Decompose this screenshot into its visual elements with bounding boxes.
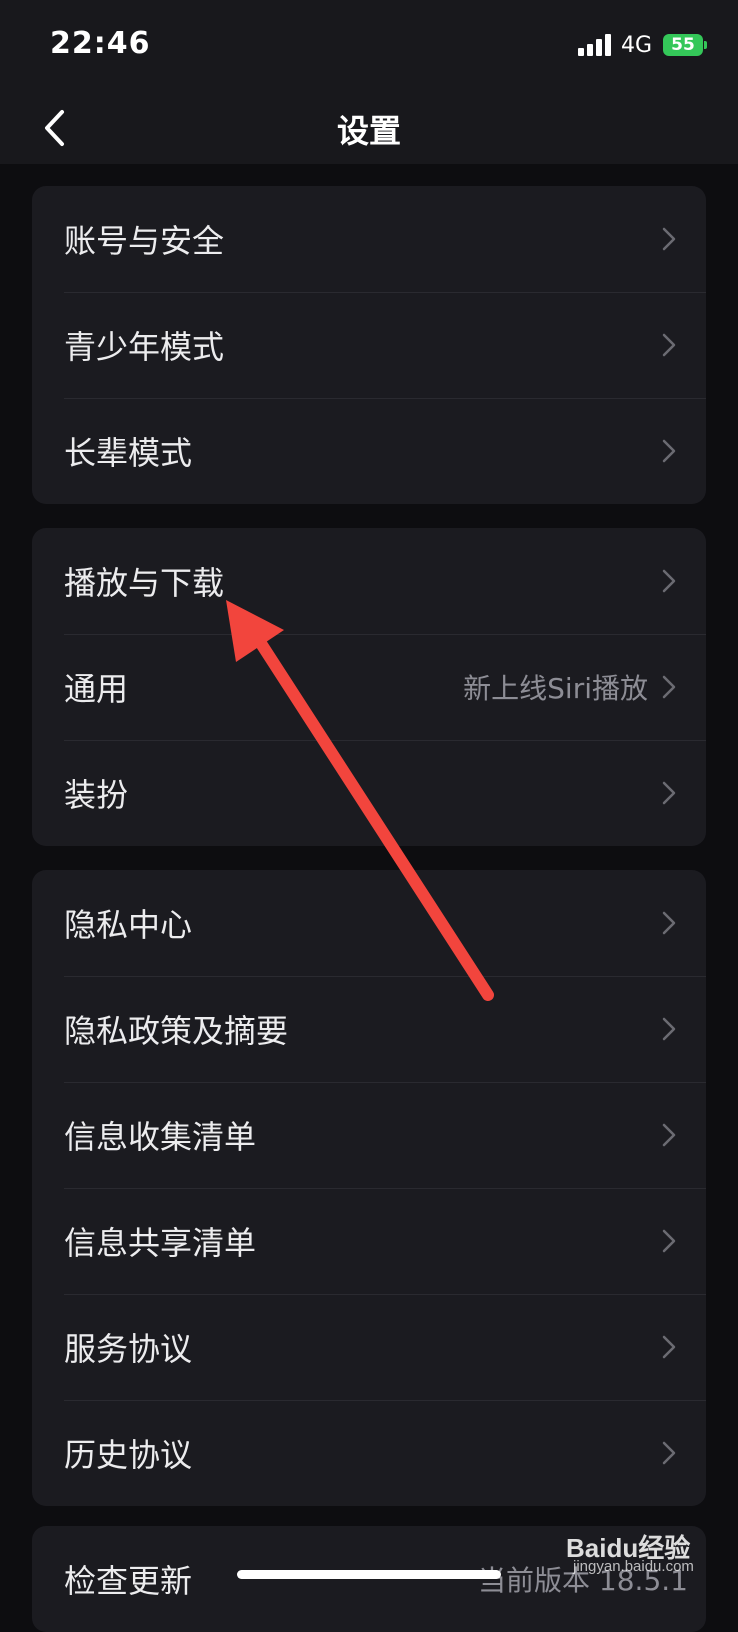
settings-row-privacy-policy[interactable]: 隐私政策及摘要 bbox=[32, 976, 706, 1082]
row-label: 信息共享清单 bbox=[64, 1224, 257, 1262]
row-label: 账号与安全 bbox=[64, 222, 225, 260]
chevron-right-icon bbox=[662, 333, 676, 357]
battery-cap bbox=[704, 41, 707, 49]
row-value: 新上线Siri播放 bbox=[463, 672, 648, 705]
watermark-url: jingyan.baidu.com bbox=[573, 1558, 694, 1575]
home-indicator bbox=[237, 1570, 501, 1579]
chevron-right-icon bbox=[662, 1229, 676, 1253]
row-label: 青少年模式 bbox=[64, 328, 225, 366]
row-label: 信息收集清单 bbox=[64, 1118, 257, 1156]
settings-row-elder-mode[interactable]: 长辈模式 bbox=[32, 398, 706, 504]
chevron-right-icon bbox=[662, 675, 676, 699]
row-label: 装扮 bbox=[64, 776, 129, 814]
network-type: 4G bbox=[621, 33, 653, 58]
settings-row-history-agreement[interactable]: 历史协议 bbox=[32, 1400, 706, 1506]
row-label: 服务协议 bbox=[64, 1330, 193, 1368]
settings-group-account: 账号与安全 青少年模式 长辈模式 bbox=[32, 186, 706, 504]
status-bar: 22:46 4G 55 bbox=[0, 0, 738, 90]
settings-row-info-sharing[interactable]: 信息共享清单 bbox=[32, 1188, 706, 1294]
chevron-right-icon bbox=[662, 911, 676, 935]
cellular-signal-icon bbox=[578, 34, 614, 56]
chevron-right-icon bbox=[662, 439, 676, 463]
settings-row-general[interactable]: 通用 新上线Siri播放 bbox=[32, 634, 706, 740]
row-label: 检查更新 bbox=[64, 1562, 193, 1600]
settings-group-playback: 播放与下载 通用 新上线Siri播放 装扮 bbox=[32, 528, 706, 846]
row-label: 隐私政策及摘要 bbox=[64, 1012, 289, 1050]
row-label: 通用 bbox=[64, 670, 129, 708]
row-label: 长辈模式 bbox=[64, 434, 193, 472]
settings-row-playback-download[interactable]: 播放与下载 bbox=[32, 528, 706, 634]
chevron-right-icon bbox=[662, 227, 676, 251]
settings-row-info-collection[interactable]: 信息收集清单 bbox=[32, 1082, 706, 1188]
chevron-right-icon bbox=[662, 1335, 676, 1359]
battery-icon: 55 bbox=[663, 34, 703, 56]
row-label: 播放与下载 bbox=[64, 564, 225, 602]
chevron-right-icon bbox=[662, 1441, 676, 1465]
status-time: 22:46 bbox=[50, 26, 151, 61]
settings-row-appearance[interactable]: 装扮 bbox=[32, 740, 706, 846]
row-label: 历史协议 bbox=[64, 1436, 193, 1474]
settings-row-service-agreement[interactable]: 服务协议 bbox=[32, 1294, 706, 1400]
settings-row-account-security[interactable]: 账号与安全 bbox=[32, 186, 706, 292]
row-label: 隐私中心 bbox=[64, 906, 193, 944]
settings-row-teen-mode[interactable]: 青少年模式 bbox=[32, 292, 706, 398]
page-title: 设置 bbox=[336, 112, 401, 150]
settings-row-privacy-center[interactable]: 隐私中心 bbox=[32, 870, 706, 976]
chevron-right-icon bbox=[662, 1123, 676, 1147]
settings-group-privacy: 隐私中心 隐私政策及摘要 信息收集清单 信息共享清单 服务协议 历史协议 bbox=[32, 870, 706, 1506]
battery-level: 55 bbox=[671, 35, 695, 55]
nav-bar: 设置 bbox=[0, 90, 738, 164]
chevron-right-icon bbox=[662, 1017, 676, 1041]
chevron-right-icon bbox=[662, 781, 676, 805]
chevron-right-icon bbox=[662, 569, 676, 593]
